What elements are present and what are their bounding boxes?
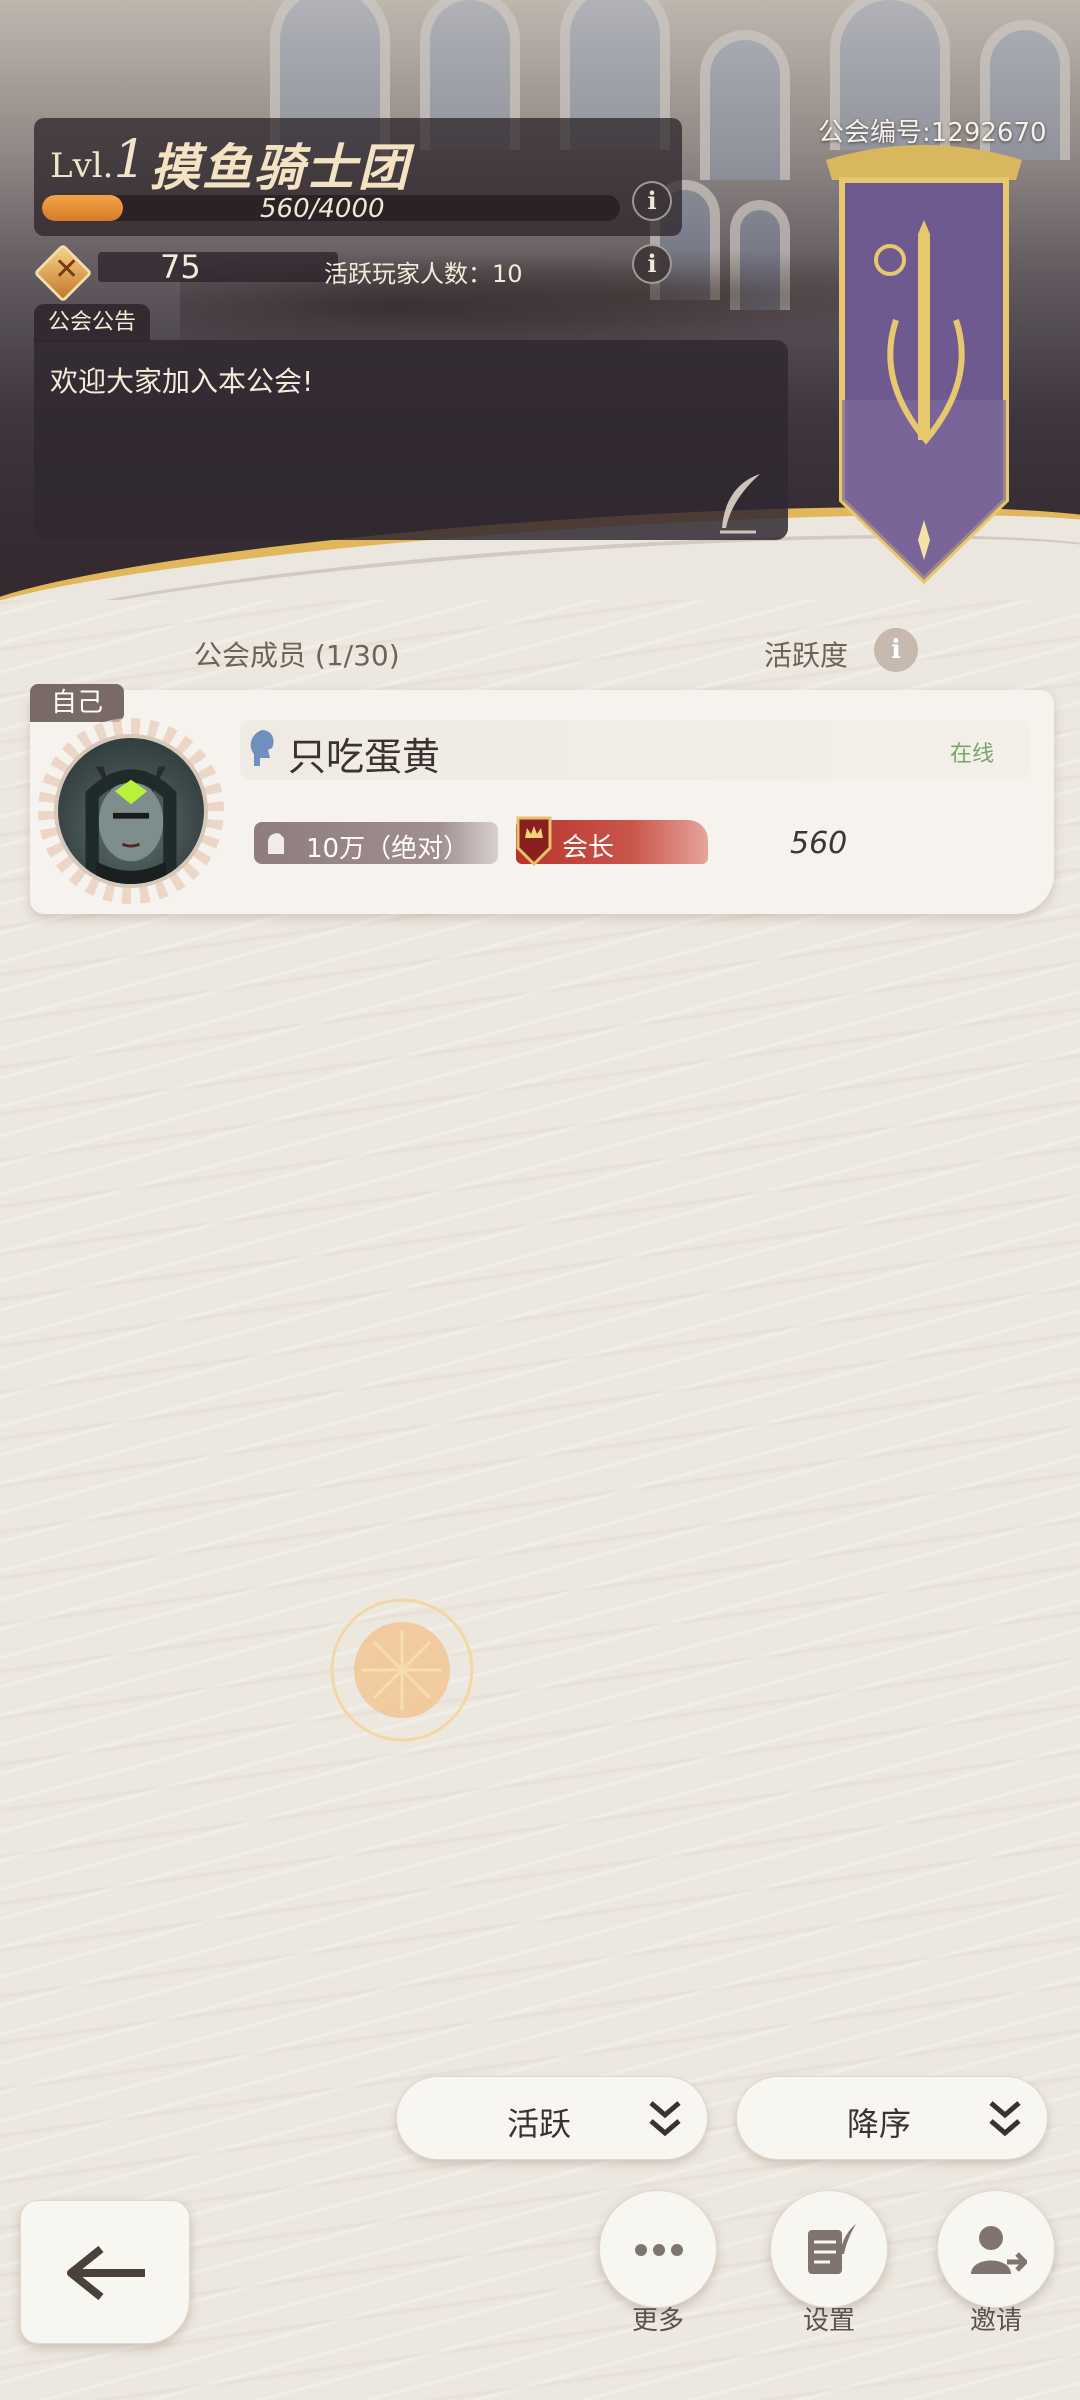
banner-sword <box>918 220 930 440</box>
guild-coin-row: ✕ 75 活跃玩家人数：10 <box>33 243 682 303</box>
sort-order-dropdown[interactable]: 降序 <box>736 2076 1048 2160</box>
arrow-right <box>1007 2252 1027 2272</box>
notice-text: 欢迎大家加入本公会! <box>50 365 314 398</box>
loading-emblem-icon <box>330 1598 474 1742</box>
self-tag: 自己 <box>30 684 124 722</box>
members-title: 公会成员 (1/30) <box>194 639 400 672</box>
notice-tab: 公会公告 <box>34 304 150 342</box>
back-arrow-icon <box>67 2245 145 2301</box>
power-badge: 10万（绝对） <box>254 822 498 864</box>
level-number: 1 <box>113 130 147 190</box>
activity-info-button[interactable]: i <box>874 628 918 672</box>
coin-cross-mark: ✕ <box>54 252 80 287</box>
chevron-down-icon <box>989 2101 1021 2137</box>
coin-value-bar <box>98 252 338 282</box>
shield-shape <box>516 816 552 867</box>
more-button[interactable] <box>599 2190 717 2308</box>
sort-field-label: 活跃 <box>507 2105 572 2143</box>
avatar <box>54 734 208 888</box>
scroll-quill-icon <box>808 2224 856 2274</box>
add-user-icon <box>971 2226 1027 2274</box>
exp-info-button[interactable]: i <box>632 181 672 221</box>
crown-shield-icon <box>516 816 552 867</box>
online-status: 在线 <box>950 742 995 767</box>
silhouette-shape <box>250 730 274 766</box>
coin-value: 75 <box>160 248 201 286</box>
sort-order-label: 降序 <box>847 2105 912 2143</box>
sort-field-dropdown[interactable]: 活跃 <box>396 2076 708 2160</box>
guild-level: Lvl.1 <box>50 130 147 190</box>
quill-shape <box>840 2224 856 2254</box>
guild-name: 摸鱼骑士团 <box>150 139 410 197</box>
banner-top-cap <box>826 145 1022 180</box>
settings-button[interactable] <box>770 2190 888 2308</box>
more-label: 更多 <box>631 2306 684 2336</box>
collar <box>95 861 167 884</box>
guild-exp-text: 560/4000 <box>260 194 385 224</box>
user-head <box>979 2226 1003 2250</box>
level-prefix: Lvl. <box>50 146 114 186</box>
quill-icon[interactable] <box>716 472 764 536</box>
ellipsis-icon <box>635 2244 683 2256</box>
active-info-button[interactable]: i <box>632 244 672 284</box>
arrow-shape <box>67 2245 145 2301</box>
emblem-rays <box>362 1630 442 1710</box>
dot <box>635 2244 647 2256</box>
member-avatar[interactable] <box>38 718 224 904</box>
settings-label: 设置 <box>802 2306 855 2336</box>
power-value: 10万（绝对） <box>306 834 470 864</box>
role-label: 会长 <box>562 833 615 863</box>
member-name: 只吃蛋黄 <box>288 735 441 779</box>
user-body <box>971 2260 1011 2274</box>
role-badge: 会长 <box>516 816 708 867</box>
arch <box>700 30 790 180</box>
avatar-portrait <box>85 766 177 884</box>
active-players-label: 活跃玩家人数：10 <box>324 260 523 288</box>
invite-label: 邀请 <box>969 2306 1022 2336</box>
chevron-down-icon <box>649 2101 681 2137</box>
member-activity-value: 560 <box>790 826 848 861</box>
back-button[interactable] <box>20 2200 190 2344</box>
dot <box>653 2244 665 2256</box>
guild-exp-fill <box>42 195 123 221</box>
chevron-lines <box>649 2101 681 2137</box>
fist-icon <box>268 833 284 854</box>
invite-button[interactable] <box>937 2190 1055 2308</box>
dot <box>671 2244 683 2256</box>
guild-banner[interactable] <box>826 140 1022 590</box>
fist-shape <box>268 833 284 854</box>
quill-feather <box>722 474 760 528</box>
activity-title: 活跃度 <box>764 639 849 672</box>
chevron-lines <box>989 2101 1021 2137</box>
female-silhouette-icon <box>250 730 274 766</box>
